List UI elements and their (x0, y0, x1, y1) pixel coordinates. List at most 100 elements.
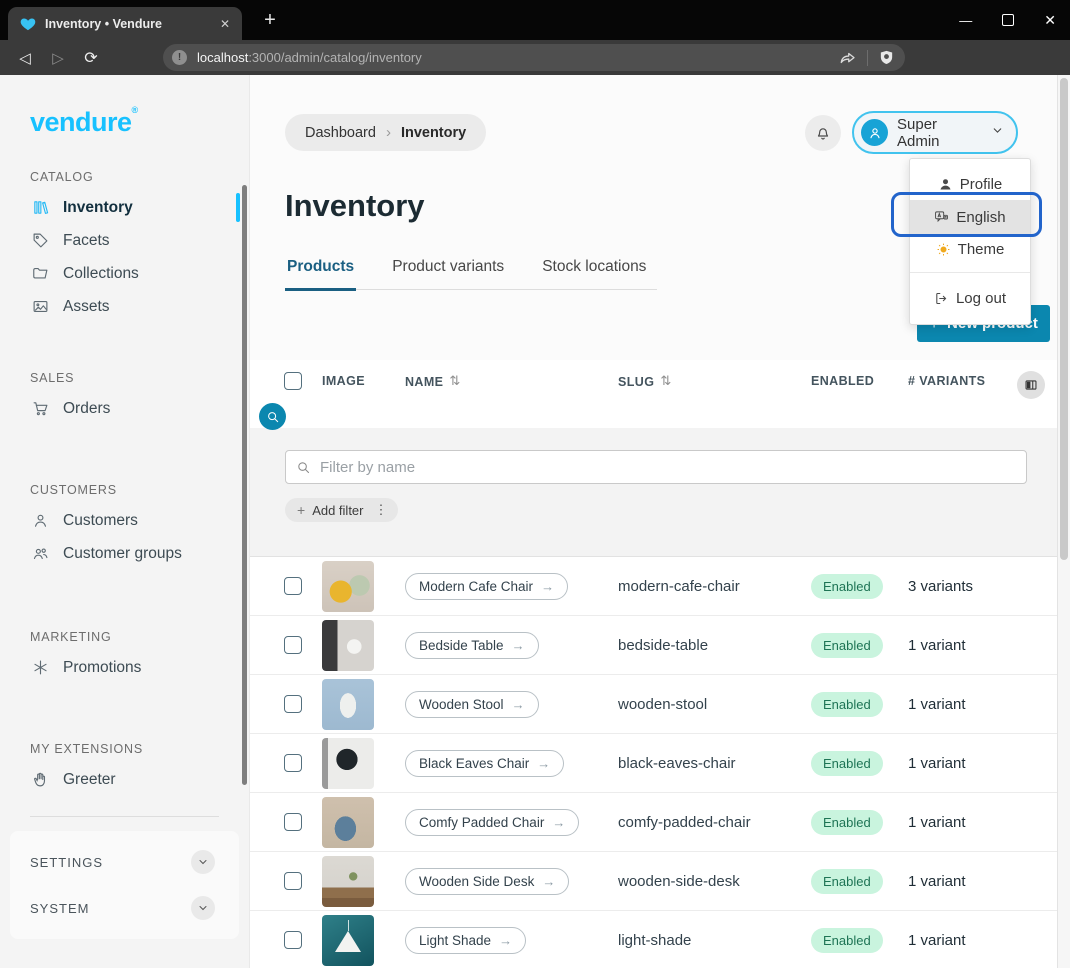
browser-toolbar: ◁ ▷ ⟳ ! localhost:3000/admin/catalog/inv… (0, 40, 1070, 75)
screen: Inventory • Vendure ✕ + — ✕ ◁ ▷ ⟳ ! loca… (0, 0, 1070, 968)
sidebar-item-orders[interactable]: Orders (0, 392, 249, 425)
tag-icon (32, 232, 49, 249)
tab-close-icon[interactable]: ✕ (218, 17, 232, 31)
variant-count: 3 variants (908, 578, 973, 595)
column-header-name[interactable]: NAME⇅ (405, 374, 461, 389)
row-checkbox[interactable] (284, 813, 302, 831)
row-checkbox[interactable] (284, 695, 302, 713)
sidebar-item-customers[interactable]: Customers (0, 504, 249, 537)
more-options-icon[interactable]: ⋮ (371, 502, 388, 518)
vendure-logo[interactable]: vendure® (30, 105, 249, 138)
product-image[interactable] (322, 856, 374, 907)
add-filter-label: Add filter (312, 503, 363, 518)
minimize-button[interactable]: — (959, 13, 972, 28)
section-title-customers: CUSTOMERS (30, 483, 249, 497)
back-button[interactable]: ◁ (12, 40, 38, 75)
product-name: Comfy Padded Chair (419, 815, 544, 830)
filter-panel: + Add filter ⋮ (250, 428, 1057, 557)
sort-icon[interactable]: ⇅ (660, 374, 671, 389)
product-image[interactable] (322, 561, 374, 612)
column-header-slug[interactable]: SLUG⇅ (618, 374, 672, 389)
product-image[interactable] (322, 679, 374, 730)
chevron-down-icon[interactable] (191, 896, 215, 920)
window-close-button[interactable]: ✕ (1044, 12, 1056, 29)
folder-icon (32, 265, 49, 282)
search-toggle-button[interactable] (259, 403, 286, 430)
sidebar-item-label: Customer groups (63, 545, 182, 563)
user-name: Super Admin (897, 116, 982, 150)
share-icon[interactable] (839, 49, 857, 67)
tab-products[interactable]: Products (285, 258, 356, 289)
product-name-link[interactable]: Wooden Stool→ (405, 691, 539, 718)
sort-icon[interactable]: ⇅ (449, 374, 460, 389)
sidebar-item-customer-groups[interactable]: Customer groups (0, 537, 249, 570)
menu-item-label: Theme (958, 241, 1005, 258)
add-filter-button[interactable]: + Add filter ⋮ (285, 498, 398, 522)
scrollbar-thumb[interactable] (1060, 78, 1068, 560)
table-row: Black Eaves Chair→ black-eaves-chair Ena… (250, 734, 1057, 793)
row-checkbox[interactable] (284, 931, 302, 949)
section-title-marketing: MARKETING (30, 630, 249, 644)
product-name-link[interactable]: Modern Cafe Chair→ (405, 573, 568, 600)
menu-item-theme[interactable]: Theme (910, 234, 1030, 265)
sidebar-item-facets[interactable]: Facets (0, 224, 249, 257)
table-row: Comfy Padded Chair→ comfy-padded-chair E… (250, 793, 1057, 852)
sidebar-item-assets[interactable]: Assets (0, 290, 249, 323)
product-image[interactable] (322, 797, 374, 848)
product-image[interactable] (322, 915, 374, 966)
user-menu-button[interactable]: Super Admin (852, 111, 1018, 154)
menu-item-logout[interactable]: Log out (910, 280, 1030, 316)
url-host: localhost (197, 50, 248, 65)
page-scrollbar[interactable] (1057, 75, 1070, 968)
breadcrumb-dashboard[interactable]: Dashboard (305, 125, 376, 141)
row-checkbox[interactable] (284, 872, 302, 890)
vendure-heart-icon (20, 16, 36, 31)
row-checkbox[interactable] (284, 636, 302, 654)
product-name-link[interactable]: Wooden Side Desk→ (405, 868, 569, 895)
columns-icon (1024, 378, 1038, 392)
sidebar-item-inventory[interactable]: Inventory (0, 191, 249, 224)
logo-registered-mark: ® (132, 105, 138, 115)
sidebar-item-greeter[interactable]: Greeter (0, 763, 249, 796)
row-checkbox[interactable] (284, 754, 302, 772)
menu-item-language[interactable]: English (910, 200, 1030, 234)
column-header-image: IMAGE (322, 374, 365, 388)
brave-shield-icon[interactable] (878, 49, 895, 67)
column-settings-button[interactable] (1017, 371, 1045, 399)
tab-product-variants[interactable]: Product variants (390, 258, 506, 289)
chevron-down-icon[interactable] (191, 850, 215, 874)
product-name-link[interactable]: Comfy Padded Chair → (405, 809, 579, 836)
filter-by-name-input[interactable] (320, 459, 1016, 476)
sidebar-scrollbar[interactable] (242, 185, 247, 785)
profile-icon (938, 177, 953, 192)
sidebar-item-collections[interactable]: Collections (0, 257, 249, 290)
select-all-checkbox[interactable] (284, 372, 302, 390)
maximize-button[interactable] (1002, 14, 1014, 26)
sidebar-item-label: Customers (63, 512, 138, 530)
sidebar-section-settings[interactable]: SETTINGS (10, 839, 239, 885)
status-badge: Enabled (811, 692, 883, 717)
sidebar-item-promotions[interactable]: Promotions (0, 651, 249, 684)
arrow-right-icon: → (552, 815, 565, 830)
product-name-link[interactable]: Light Shade→ (405, 927, 526, 954)
breadcrumb: Dashboard › Inventory (285, 114, 486, 151)
logout-icon (934, 291, 949, 306)
new-tab-button[interactable]: + (258, 8, 282, 32)
product-slug: modern-cafe-chair (618, 578, 740, 595)
product-name-link[interactable]: Bedside Table→ (405, 632, 539, 659)
settings-label: SETTINGS (30, 855, 103, 870)
sidebar-item-label: Assets (63, 298, 110, 316)
url-path: :3000/admin/catalog/inventory (248, 50, 421, 65)
browser-tab[interactable]: Inventory • Vendure ✕ (8, 7, 242, 40)
tab-stock-locations[interactable]: Stock locations (540, 258, 648, 289)
reload-button[interactable]: ⟳ (78, 40, 104, 75)
sidebar-section-system[interactable]: SYSTEM (10, 885, 239, 931)
site-info-icon[interactable]: ! (172, 50, 187, 65)
product-image[interactable] (322, 738, 374, 789)
product-name-link[interactable]: Black Eaves Chair→ (405, 750, 564, 777)
notifications-button[interactable] (805, 115, 841, 151)
row-checkbox[interactable] (284, 577, 302, 595)
url-bar[interactable]: ! localhost:3000/admin/catalog/inventory (163, 44, 905, 71)
product-image[interactable] (322, 620, 374, 671)
menu-item-profile[interactable]: Profile (910, 169, 1030, 200)
